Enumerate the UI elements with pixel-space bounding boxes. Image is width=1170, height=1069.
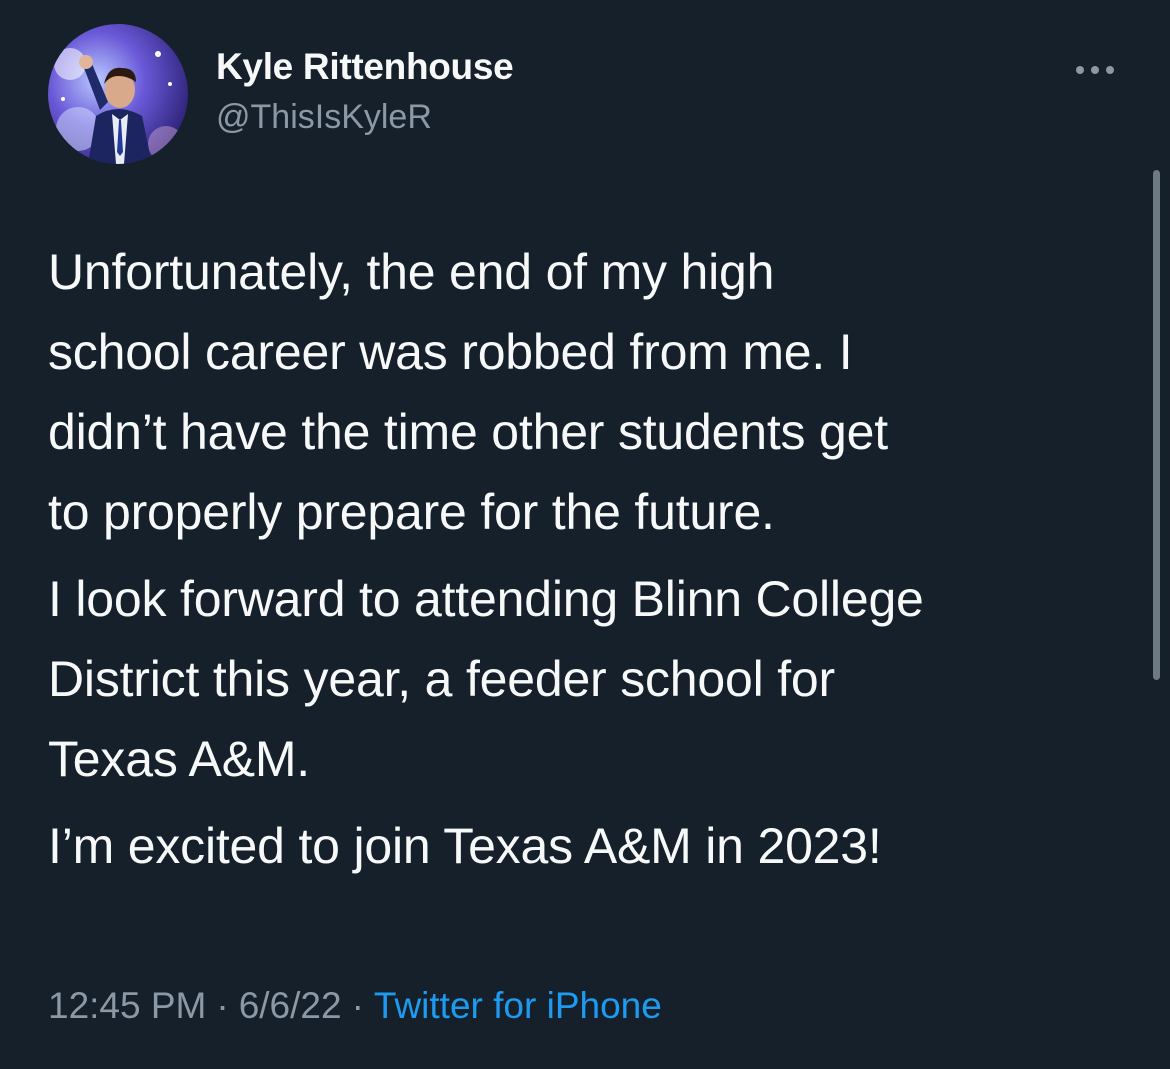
tweet-time[interactable]: 12:45 PM xyxy=(48,985,206,1026)
author-display-name[interactable]: Kyle Rittenhouse xyxy=(216,46,514,88)
profile-photo-icon xyxy=(48,24,188,164)
tweet-metadata: 12:45 PM · 6/6/22 · Twitter for iPhone xyxy=(48,985,662,1027)
tweet-paragraph: I’m excited to join Texas A&M in 2023! xyxy=(48,818,882,874)
author-handle[interactable]: @ThisIsKyleR xyxy=(216,98,432,137)
tweet-text: Unfortunately, the end of my high school… xyxy=(48,232,1128,886)
avatar[interactable] xyxy=(48,24,188,164)
tweet-source-link[interactable]: Twitter for iPhone xyxy=(374,985,662,1026)
separator: · xyxy=(216,985,229,1026)
separator: · xyxy=(351,985,364,1026)
tweet-card: Kyle Rittenhouse @ThisIsKyleR Unfortunat… xyxy=(0,0,1170,1069)
ellipsis-icon xyxy=(1076,66,1114,74)
more-options-button[interactable] xyxy=(1068,56,1122,84)
tweet-paragraph: I look forward to attending Blinn Colleg… xyxy=(48,571,924,787)
scrollbar[interactable] xyxy=(1153,170,1160,680)
tweet-date[interactable]: 6/6/22 xyxy=(239,985,342,1026)
tweet-paragraph: Unfortunately, the end of my high school… xyxy=(48,244,888,540)
